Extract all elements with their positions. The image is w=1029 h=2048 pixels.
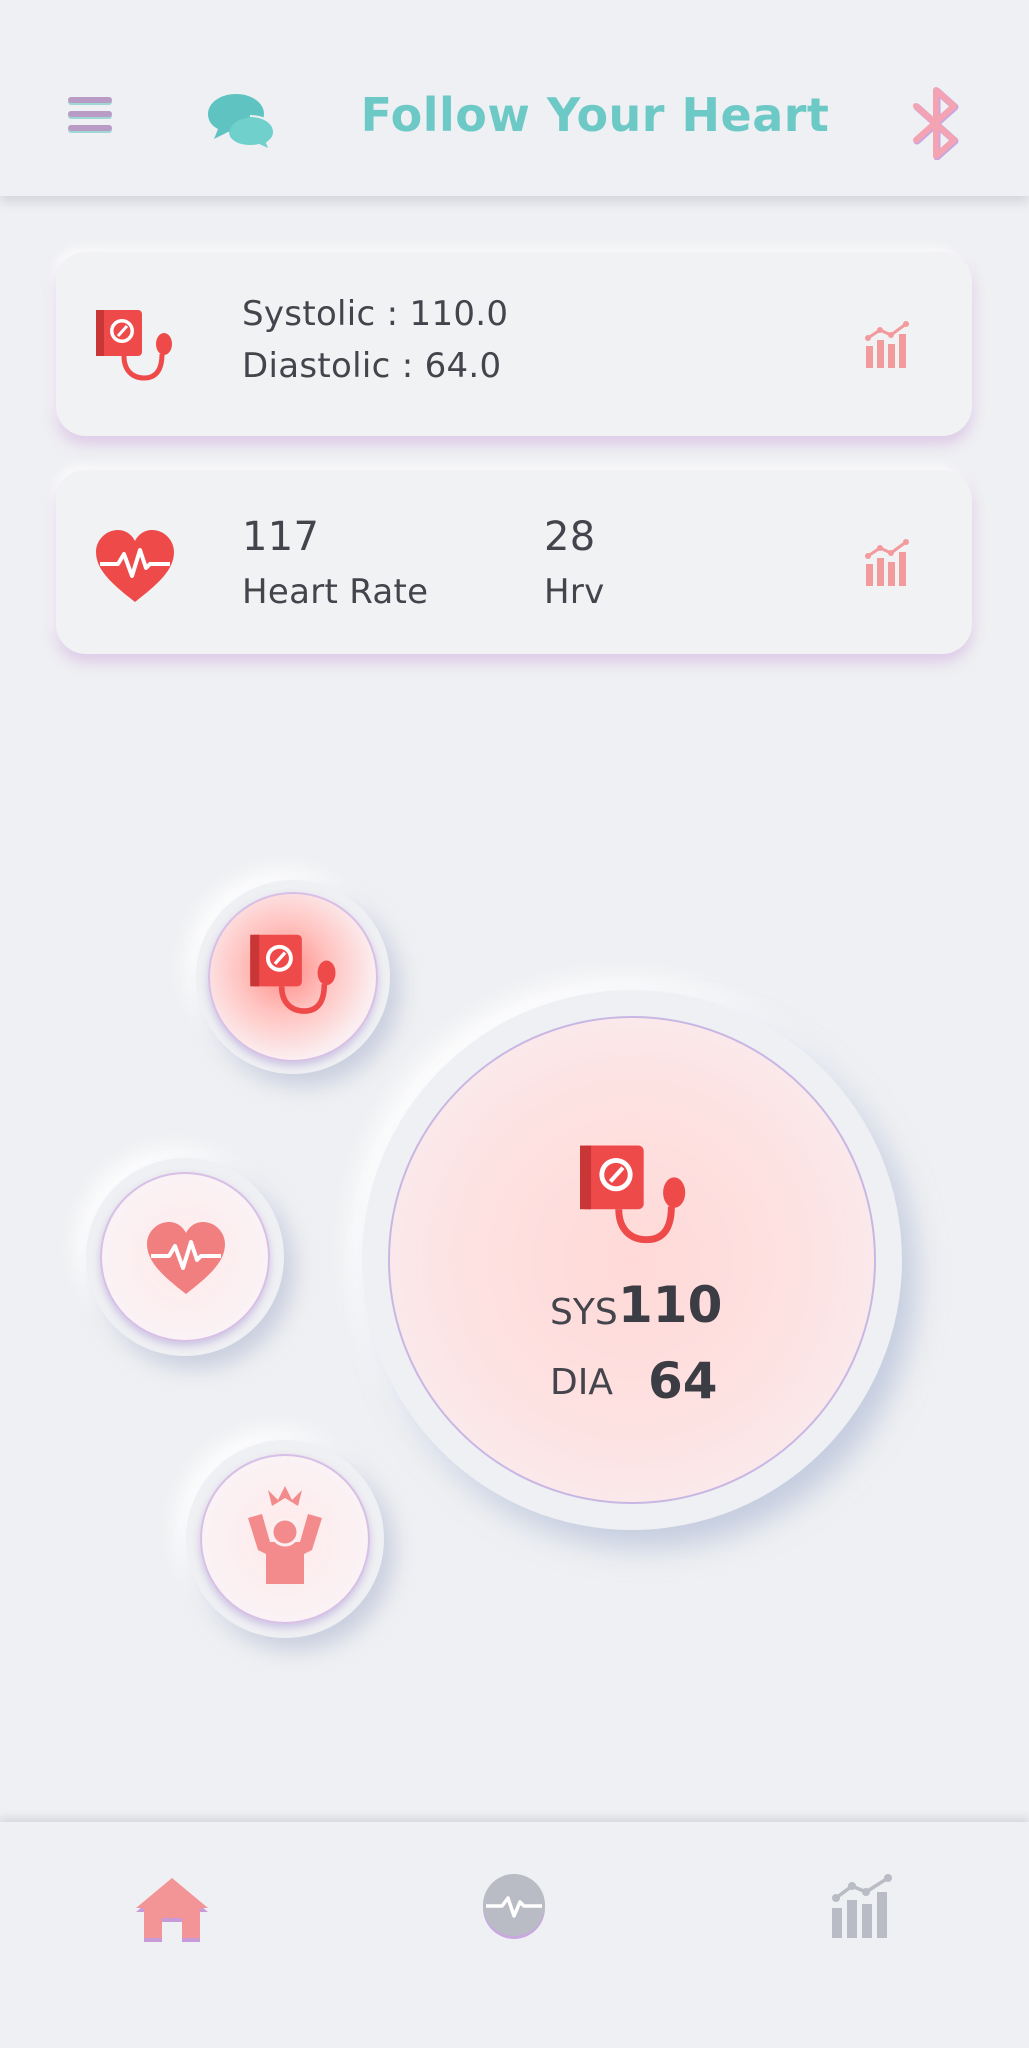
mode-heart-rate-button[interactable] [86, 1158, 284, 1356]
bar-chart-icon[interactable] [862, 320, 914, 370]
app-title: Follow Your Heart [360, 88, 830, 142]
hrv-label: Hrv [544, 572, 605, 612]
heart-rate-label: Heart Rate [242, 572, 429, 612]
hrv-value: 28 [544, 514, 596, 560]
systolic-text: Systolic : 110.0 [242, 294, 509, 334]
stressed-person-icon [248, 1486, 322, 1584]
bar-chart-icon[interactable] [828, 1874, 896, 1938]
diastolic-text: Diastolic : 64.0 [242, 346, 502, 386]
mode-stress-button[interactable] [186, 1440, 384, 1638]
blood-pressure-card[interactable]: Systolic : 110.0 Diastolic : 64.0 [56, 252, 972, 436]
heart-pulse-icon [96, 530, 174, 602]
menu-icon[interactable] [68, 95, 114, 137]
heart-pulse-icon [147, 1222, 225, 1294]
chat-bubbles-icon[interactable] [206, 92, 276, 150]
mode-blood-pressure-button[interactable] [196, 880, 390, 1074]
blood-pressure-monitor-icon [96, 310, 172, 381]
sys-label: SYS [550, 1292, 618, 1333]
home-icon[interactable] [132, 1874, 212, 1942]
dia-label: DIA [550, 1362, 613, 1403]
blood-pressure-monitor-icon [580, 1145, 686, 1244]
bluetooth-icon[interactable] [910, 86, 962, 160]
sys-value: 110 [618, 1276, 723, 1334]
bar-chart-icon[interactable] [862, 538, 914, 588]
top-bar: Follow Your Heart [0, 0, 1029, 196]
reading-display [362, 990, 902, 1530]
bottom-navigation [0, 1822, 1029, 2048]
heart-rate-value: 117 [242, 514, 320, 560]
heart-rate-card[interactable]: 117 Heart Rate 28 Hrv [56, 470, 972, 654]
blood-pressure-monitor-icon [250, 934, 336, 1014]
dia-value: 64 [648, 1352, 718, 1410]
pulse-monitor-icon[interactable] [480, 1872, 548, 1940]
